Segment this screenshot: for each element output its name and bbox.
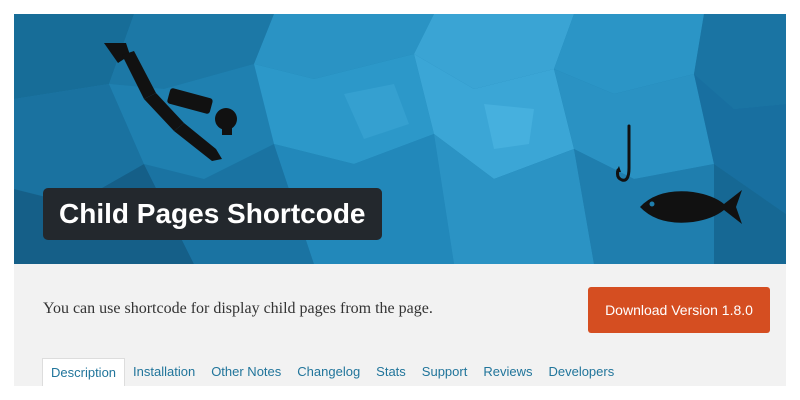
fishing-hook-icon bbox=[616, 124, 631, 182]
tab-support[interactable]: Support bbox=[414, 358, 476, 386]
tab-stats[interactable]: Stats bbox=[368, 358, 414, 386]
tab-reviews[interactable]: Reviews bbox=[475, 358, 540, 386]
tab-changelog[interactable]: Changelog bbox=[289, 358, 368, 386]
plugin-description: You can use shortcode for display child … bbox=[43, 300, 433, 317]
plugin-info-bar: You can use shortcode for display child … bbox=[14, 264, 786, 386]
tab-description[interactable]: Description bbox=[42, 358, 126, 386]
tab-other-notes[interactable]: Other Notes bbox=[203, 358, 289, 386]
plugin-title: Child Pages Shortcode bbox=[43, 188, 382, 240]
download-button[interactable]: Download Version 1.8.0 bbox=[588, 287, 770, 333]
tab-developers[interactable]: Developers bbox=[540, 358, 622, 386]
fish-icon bbox=[640, 190, 742, 224]
scuba-diver-icon bbox=[104, 43, 237, 161]
tab-installation[interactable]: Installation bbox=[125, 358, 203, 386]
plugin-banner: Child Pages Shortcode bbox=[14, 14, 786, 264]
plugin-tabs: Description Installation Other Notes Change… bbox=[42, 358, 622, 386]
plugin-card: Child Pages Shortcode You can use shortc… bbox=[14, 14, 786, 386]
